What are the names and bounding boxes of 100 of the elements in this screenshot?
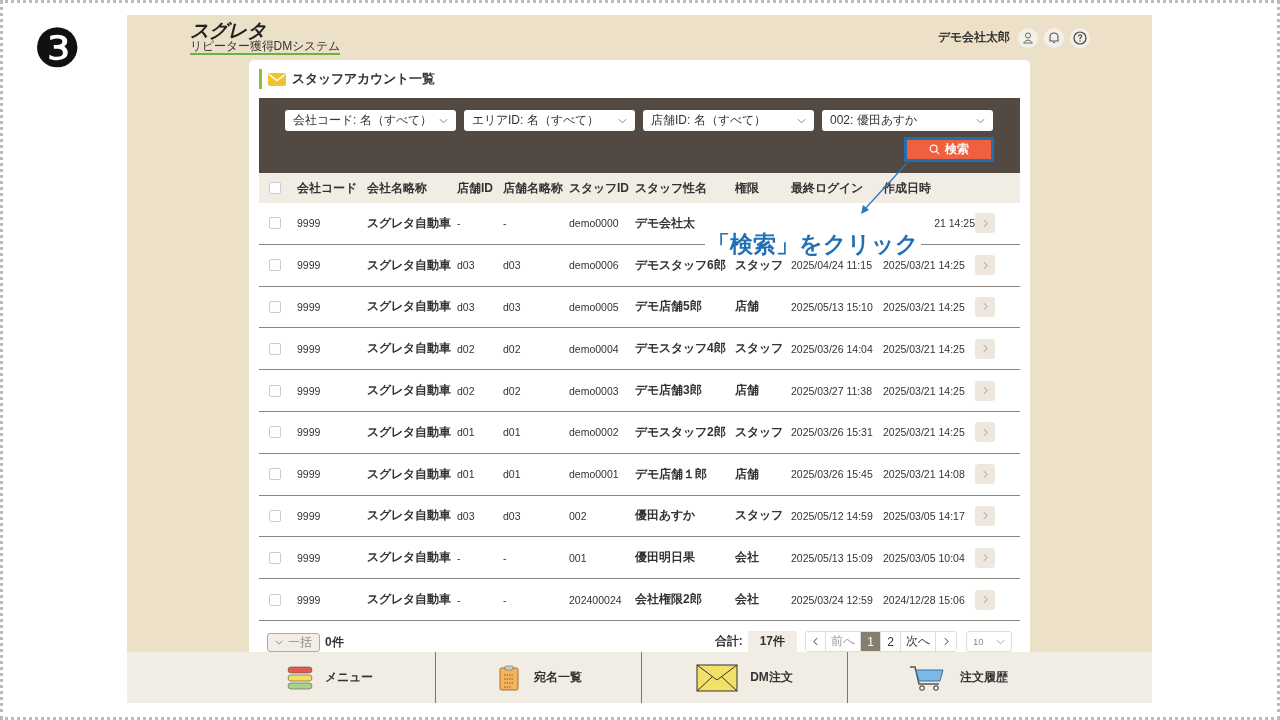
company-code-cell-text: 9999	[297, 426, 322, 439]
select-all-checkbox[interactable]	[269, 182, 281, 194]
row-detail-button[interactable]	[975, 213, 995, 234]
row-checkbox[interactable]	[269, 593, 281, 606]
company-name-cell-text: スグレタ自動車	[367, 423, 452, 441]
staff-name-cell-text: デモ店舗１郎	[635, 465, 708, 483]
previous-arrow-button[interactable]	[806, 632, 826, 651]
row-checkbox[interactable]	[269, 468, 281, 481]
staff-name-cell-text: 優田あすか	[635, 507, 696, 525]
nav-label[interactable]: メニュー	[325, 669, 373, 686]
row-detail-button[interactable]	[975, 380, 995, 401]
bell-icon[interactable]	[1043, 27, 1064, 48]
store-id-cell-text: -	[457, 593, 462, 606]
column-header: 最終ログイン	[791, 179, 864, 197]
row-checkbox[interactable]	[269, 551, 281, 564]
page-button[interactable]: 1	[861, 632, 881, 651]
total-count: 17件	[747, 631, 797, 652]
staff-name-cell-text: デモ会社太	[635, 214, 696, 232]
last-login-cell-text: 2025/03/26 15:45	[791, 468, 874, 481]
row-checkbox[interactable]	[269, 259, 281, 272]
menu-icon[interactable]	[287, 664, 313, 691]
row-detail-button[interactable]	[975, 464, 995, 485]
store-name-cell-text: -	[503, 593, 508, 606]
staff-id-cell-text: 001	[569, 551, 588, 564]
role-cell-text: 店舗	[735, 298, 760, 316]
store-name-cell-text: d03	[503, 259, 522, 272]
store-id-cell-text: -	[457, 217, 462, 230]
envelope-icon[interactable]	[696, 663, 739, 692]
last-login-cell-text: 2025/05/13 15:10	[791, 301, 874, 313]
company-code-cell-text: 9999	[297, 384, 322, 397]
filter-dropdown[interactable]: エリアID: 名（すべて）	[464, 110, 635, 131]
row-checkbox[interactable]	[269, 301, 281, 313]
chevron-right-icon	[982, 386, 988, 396]
row-detail-button[interactable]	[975, 547, 995, 568]
store-id-cell-text: d03	[457, 509, 476, 522]
staff-id-cell-text: demo0002	[569, 426, 620, 439]
callout-text: 「検索」をクリック	[705, 232, 921, 256]
row-detail-button[interactable]	[975, 255, 995, 276]
nav-label[interactable]: 宛名一覧	[533, 669, 582, 686]
company-code-cell-text: 9999	[297, 301, 322, 313]
filter-dropdown[interactable]: 店舗ID: 名（すべて）	[643, 110, 814, 131]
help-icon[interactable]	[1069, 27, 1090, 48]
page-title: スタッフアカウント一覧	[292, 70, 435, 88]
row-checkbox[interactable]	[269, 509, 281, 522]
last-login-cell-text: 2025/05/13 15:09	[791, 551, 874, 564]
chevron-right-icon	[982, 553, 988, 563]
last-login-cell-text: 2025/04/24 11:15	[791, 259, 873, 272]
nav-label[interactable]: DM注文	[750, 669, 793, 686]
column-header: 店舗名略称	[503, 179, 564, 197]
company-name-cell-text: スグレタ自動車	[367, 591, 452, 609]
logo-subtitle: リピーター獲得DMシステム	[189, 40, 341, 52]
caret-icon	[797, 117, 806, 124]
search-icon	[929, 144, 940, 155]
staff-name-cell-text: 会社権限2郎	[635, 591, 703, 609]
row-checkbox[interactable]	[269, 342, 281, 355]
company-name-cell-text: スグレタ自動車	[367, 507, 452, 525]
filter-dropdown[interactable]: 会社コード: 名（すべて）	[285, 110, 456, 131]
created-cell-text: 2025/03/21 14:08	[883, 468, 966, 481]
column-header: スタッフ性名	[635, 179, 708, 197]
logo[interactable]: スグレタ	[189, 20, 341, 41]
staff-id-cell-text: 002	[569, 509, 588, 522]
created-cell-text: 2025/03/21 14:25	[883, 342, 966, 355]
store-name-cell-text: d02	[503, 342, 522, 355]
company-name-cell-text: スグレタ自動車	[367, 465, 452, 483]
last-login-cell-text: 2025/05/12 14:59	[791, 509, 874, 522]
company-name-cell-text: スグレタ自動車	[367, 298, 452, 316]
created-cell-text: 2025/03/05 14:17	[883, 509, 966, 522]
store-id-cell-text: d01	[457, 426, 476, 439]
store-id-cell-text: d03	[457, 259, 476, 272]
row-detail-button[interactable]	[975, 505, 995, 526]
nav-label[interactable]: 注文履歴	[960, 669, 1008, 686]
row-checkbox[interactable]	[269, 426, 281, 439]
user-name: デモ会社太郎	[937, 29, 1010, 46]
company-code-cell-text: 9999	[297, 551, 322, 564]
created-cell-text: 2025/03/21 14:25	[883, 384, 966, 397]
staff-id-cell-text: demo0005	[569, 301, 620, 313]
row-detail-button[interactable]	[975, 422, 995, 443]
chevron-left-icon	[813, 637, 818, 646]
user-icon[interactable]	[1017, 27, 1038, 48]
role-cell-text: スタッフ	[735, 507, 784, 525]
role-cell-text: スタッフ	[735, 423, 784, 441]
chevron-right-icon	[982, 218, 988, 228]
filter-dropdown[interactable]: 002: 優田あすか	[822, 110, 993, 131]
row-checkbox[interactable]	[269, 384, 281, 397]
store-id-cell-text: d03	[457, 301, 476, 313]
row-detail-button[interactable]	[975, 338, 995, 359]
row-detail-button[interactable]	[975, 589, 995, 610]
store-name-cell-text: d01	[503, 426, 522, 439]
staff-id-cell-text: demo0003	[569, 384, 620, 397]
row-detail-button[interactable]	[975, 297, 995, 317]
row-checkbox[interactable]	[269, 217, 281, 230]
store-id-cell-text: d02	[457, 342, 476, 355]
step-number: ❸	[33, 17, 82, 81]
store-name-cell-text: d03	[503, 301, 522, 313]
role-cell-text: スタッフ	[735, 340, 784, 358]
store-name-cell-text: d02	[503, 384, 522, 397]
staff-name-cell-text: デモスタッフ6郎	[635, 256, 727, 274]
created-cell: 21 14:25	[934, 217, 975, 230]
role-cell-text: 店舗	[735, 382, 760, 400]
created-cell-text: 2025/03/21 14:25	[883, 301, 966, 313]
